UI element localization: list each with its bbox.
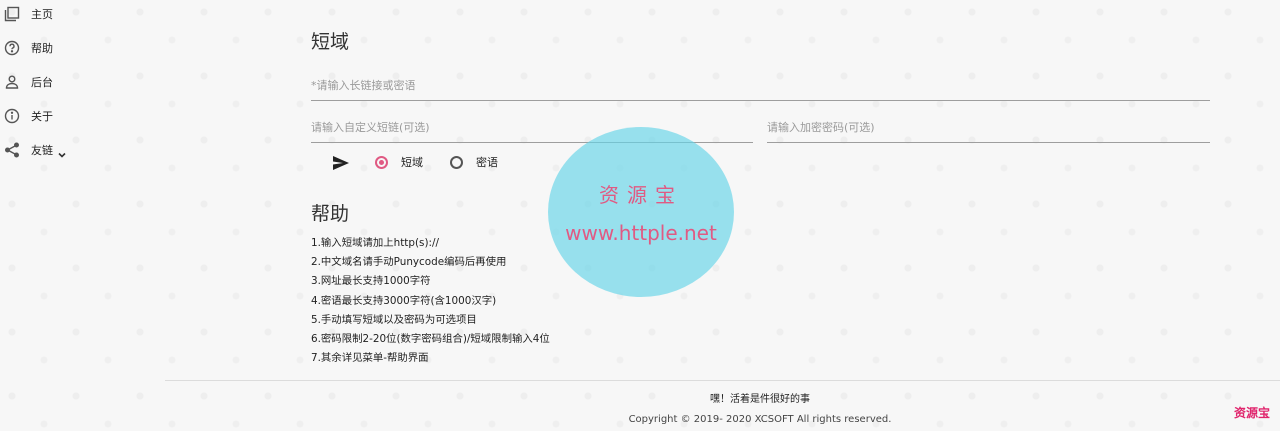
info-icon <box>4 108 20 124</box>
help-item: 4.密语最长支持3000字符(含1000汉字) <box>311 294 497 307</box>
footer-motto: 嘿！活着是件很好的事 <box>710 394 810 405</box>
sidebar-item-label: 帮助 <box>31 42 53 55</box>
sidebar-item-home[interactable]: 主页 <box>4 4 53 24</box>
watermark-url: www.httple.net <box>565 221 717 245</box>
help-item: 7.其余详见菜单-帮助界面 <box>311 352 429 365</box>
mode-radio-short[interactable]: 短域 <box>375 154 423 170</box>
send-icon <box>333 156 349 170</box>
page-title: 短域 <box>311 31 350 53</box>
footer-logo: 资源宝 <box>1233 406 1270 420</box>
chevron-down-icon <box>57 145 67 158</box>
sidebar-item-help[interactable]: 帮助 <box>4 38 53 58</box>
help-item: 5.手动填写短域以及密码为可选项目 <box>311 313 477 326</box>
radio-label: 短域 <box>401 156 423 169</box>
watermark-title: 资源宝 <box>599 183 683 207</box>
footer-divider <box>165 380 1280 381</box>
mode-radio-password[interactable]: 密语 <box>450 154 498 170</box>
watermark: 资源宝 www.httple.net <box>548 127 734 297</box>
help-item: 6.密码限制2-20位(数字密码组合)/短域限制输入4位 <box>311 333 550 346</box>
sidebar-item-label: 友链 <box>31 144 53 157</box>
sidebar-item-admin[interactable]: 后台 <box>4 72 53 92</box>
radio-indicator <box>450 155 463 169</box>
sidebar-item-label: 后台 <box>31 76 53 89</box>
long-url-input[interactable] <box>311 77 1210 101</box>
help-title: 帮助 <box>311 203 350 225</box>
radio-label: 密语 <box>476 156 498 169</box>
help-list: 1.输入短域请加上http(s):// 2.中文域名请手动Punycode编码后… <box>311 234 550 368</box>
password-input[interactable] <box>767 119 1210 143</box>
sidebar-item-label: 主页 <box>31 8 53 21</box>
help-item: 1.输入短域请加上http(s):// <box>311 237 439 249</box>
sidebar-item-about[interactable]: 关于 <box>4 106 53 126</box>
share-icon <box>4 142 20 158</box>
help-item: 2.中文域名请手动Punycode编码后再使用 <box>311 256 507 269</box>
radio-indicator <box>375 155 388 169</box>
send-button[interactable] <box>333 155 351 171</box>
footer-copyright: Copyright © 2019- 2020 XCSOFT All rights… <box>628 414 892 425</box>
help-icon <box>4 40 20 56</box>
sidebar-item-label: 关于 <box>31 110 53 123</box>
help-item: 3.网址最长支持1000字符 <box>311 275 431 288</box>
pages-icon <box>4 6 20 22</box>
user-icon <box>4 74 20 90</box>
sidebar-item-links[interactable]: 友链 <box>4 140 67 160</box>
